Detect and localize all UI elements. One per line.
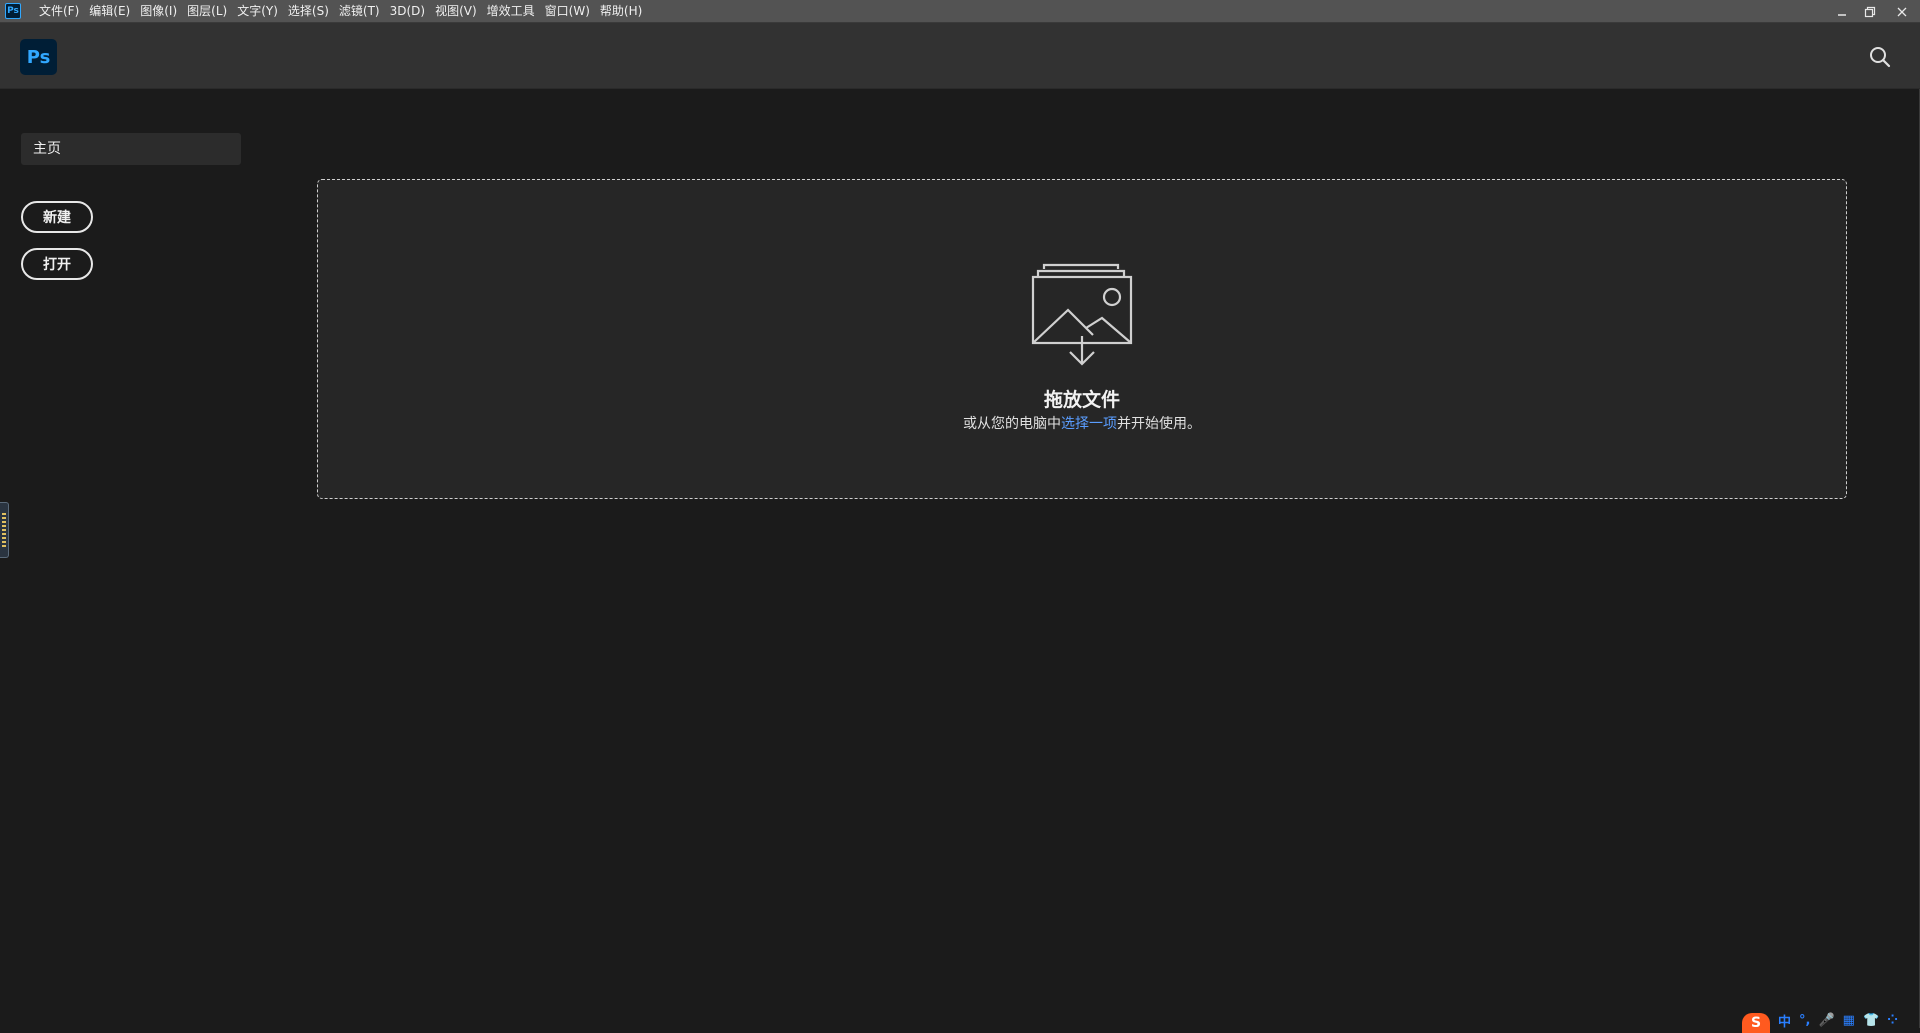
menu-3d[interactable]: 3D(D) xyxy=(385,0,430,23)
open-button[interactable]: 打开 xyxy=(21,248,93,280)
menu-file[interactable]: 文件(F) xyxy=(34,0,84,23)
restore-icon[interactable] xyxy=(1856,3,1884,21)
select-item-link[interactable]: 选择一项 xyxy=(1061,416,1117,432)
window-controls xyxy=(1828,0,1920,23)
ime-punctuation-icon[interactable]: °, xyxy=(1799,1013,1810,1028)
menu-view[interactable]: 视图(V) xyxy=(430,0,482,23)
menu-help[interactable]: 帮助(H) xyxy=(595,0,647,23)
drop-subtitle-pre: 或从您的电脑中 xyxy=(963,416,1061,432)
ime-keyboard-icon[interactable]: ▦ xyxy=(1843,1013,1855,1028)
edge-dock-widget[interactable] xyxy=(0,502,9,558)
photoshop-logo[interactable]: Ps xyxy=(20,39,57,75)
menu-image[interactable]: 图像(I) xyxy=(135,0,182,23)
ime-skin-icon[interactable]: 👕 xyxy=(1863,1013,1879,1028)
menu-edit[interactable]: 编辑(E) xyxy=(84,0,135,23)
photoshop-app-icon[interactable]: Ps xyxy=(5,3,21,19)
search-icon[interactable] xyxy=(1868,45,1892,69)
app-header: Ps xyxy=(0,23,1920,89)
drop-subtitle-post: 并开始使用。 xyxy=(1117,416,1201,432)
drop-subtitle: 或从您的电脑中选择一项并开始使用。 xyxy=(318,413,1846,433)
ime-toolbar: S 中 °, 🎤 ▦ 👕 ⁘ xyxy=(1742,1011,1920,1033)
sidebar-item-home[interactable]: 主页 xyxy=(21,133,241,165)
ime-menu-icon[interactable]: ⁘ xyxy=(1887,1013,1898,1028)
menu-type[interactable]: 文字(Y) xyxy=(232,0,283,23)
minimize-icon[interactable] xyxy=(1828,3,1856,21)
image-drop-icon xyxy=(1031,260,1137,368)
menu-select[interactable]: 选择(S) xyxy=(283,0,334,23)
file-drop-zone[interactable]: 拖放文件 或从您的电脑中选择一项并开始使用。 xyxy=(317,179,1847,499)
new-button[interactable]: 新建 xyxy=(21,201,93,233)
menu-plugins[interactable]: 增效工具 xyxy=(482,0,540,23)
menu-window[interactable]: 窗口(W) xyxy=(540,0,595,23)
ime-chinese-mode-icon[interactable]: 中 xyxy=(1778,1011,1791,1030)
menu-layer[interactable]: 图层(L) xyxy=(182,0,232,23)
ime-microphone-icon[interactable]: 🎤 xyxy=(1818,1013,1834,1028)
drop-title: 拖放文件 xyxy=(1043,389,1120,411)
menu-filter[interactable]: 滤镜(T) xyxy=(334,0,385,23)
close-icon[interactable] xyxy=(1884,3,1920,21)
sogou-ime-icon[interactable]: S xyxy=(1742,1013,1770,1033)
menu-bar: Ps 文件(F) 编辑(E) 图像(I) 图层(L) 文字(Y) 选择(S) 滤… xyxy=(0,0,1920,23)
